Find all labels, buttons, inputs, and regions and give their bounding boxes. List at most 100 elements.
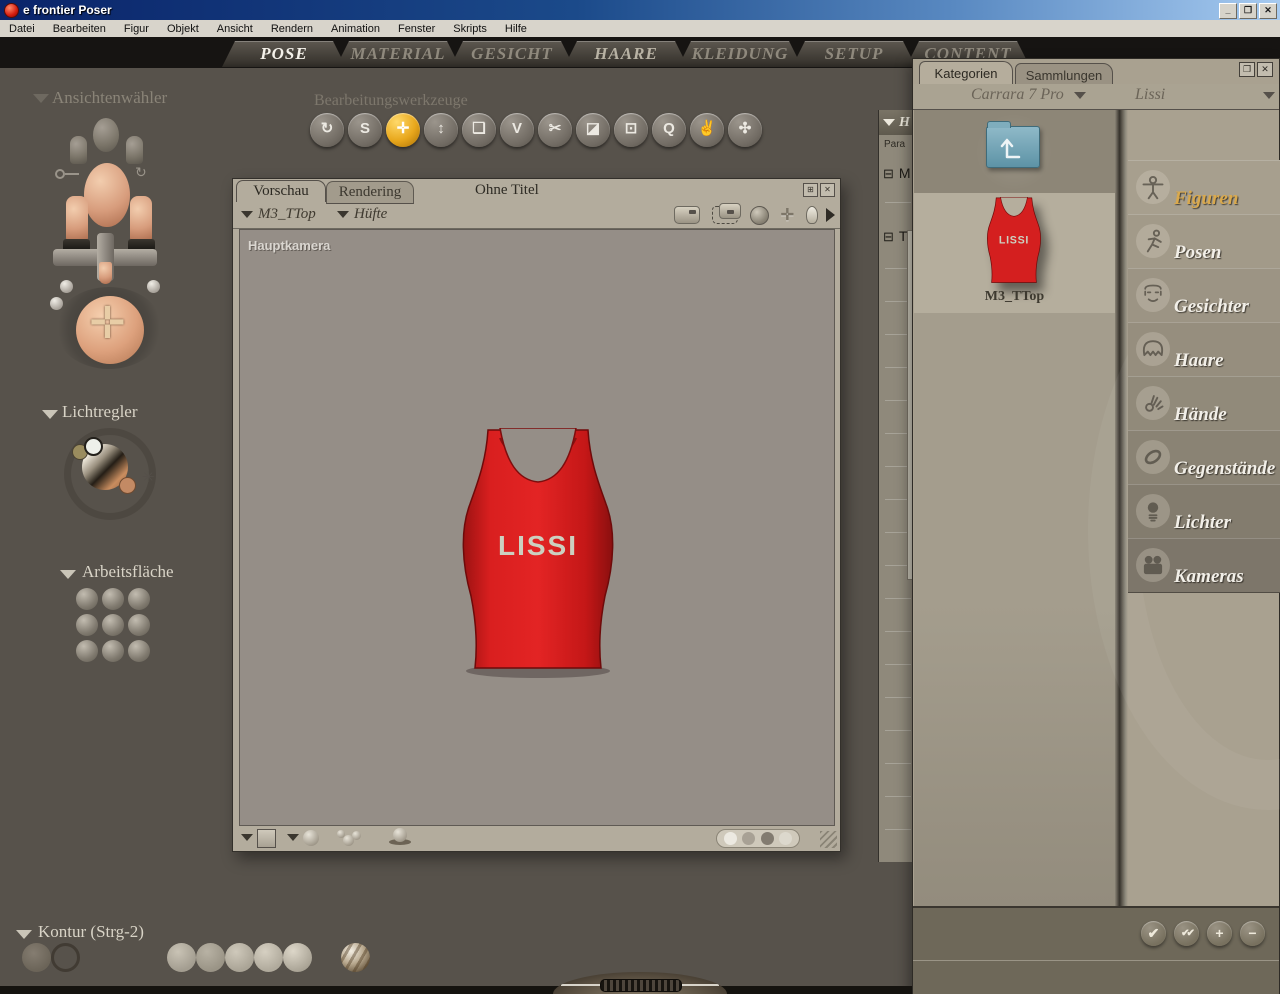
face-camera-head[interactable] — [84, 163, 130, 227]
category-gesichter[interactable]: Gesichter — [1128, 268, 1280, 323]
category-figuren[interactable]: Figuren — [1128, 160, 1280, 215]
rotate-tool-button[interactable]: ↻ — [310, 113, 344, 147]
orbit-head-icon[interactable] — [749, 205, 769, 225]
translate-in-out-tool-button[interactable]: ↕ — [424, 113, 458, 147]
tab-material[interactable]: MATERIAL — [336, 41, 460, 67]
apply-double-check-button[interactable]: ✔✔ — [1174, 921, 1199, 946]
minimize-button[interactable]: _ — [1219, 3, 1237, 19]
shadow-toggle-sphere-icon[interactable] — [393, 828, 407, 842]
display-style-cartoon[interactable] — [225, 943, 254, 972]
category-haende[interactable]: Hände — [1128, 376, 1280, 431]
menu-bearbeiten[interactable]: Bearbeiten — [44, 23, 115, 35]
light-bulb-icon[interactable] — [806, 206, 818, 224]
preview-maximize-icon[interactable]: ⊞ — [803, 183, 818, 197]
expand-arrow-icon[interactable] — [826, 208, 835, 222]
hand-camera-left[interactable] — [66, 196, 88, 242]
display-style-wireframe[interactable] — [80, 943, 109, 972]
menu-animation[interactable]: Animation — [322, 23, 389, 35]
category-gegenstaende[interactable]: Gegenstände — [1128, 430, 1280, 485]
morphing-tool-button[interactable]: ✌ — [690, 113, 724, 147]
category-lichter[interactable]: Lichter — [1128, 484, 1280, 539]
library-close-icon[interactable]: ✕ — [1257, 62, 1273, 77]
restore-button[interactable]: ❐ — [1239, 3, 1257, 19]
menu-rendern[interactable]: Rendern — [262, 23, 322, 35]
tab-pose[interactable]: POSE — [222, 41, 346, 67]
parameters-tab-label[interactable]: Para — [884, 139, 905, 150]
remove-button[interactable]: − — [1240, 921, 1265, 946]
chain-break-tool-button[interactable]: ✂ — [538, 113, 572, 147]
multi-style-sphere-top-icon[interactable] — [352, 831, 361, 840]
tracking-dot-4[interactable] — [779, 832, 793, 845]
view-selector-collapse[interactable] — [33, 90, 49, 108]
camera-icon[interactable] — [673, 206, 700, 224]
light-knob-white[interactable] — [84, 437, 103, 456]
category-posen[interactable]: Posen — [1128, 214, 1280, 269]
preview-close-icon[interactable]: ✕ — [820, 183, 835, 197]
actor-menu[interactable]: Hüfte — [337, 206, 387, 223]
apply-check-button[interactable]: ✔ — [1141, 921, 1166, 946]
tracking-dot-3[interactable] — [760, 832, 774, 845]
display-style-cartoon-lined[interactable] — [254, 943, 283, 972]
tracking-dot-2[interactable] — [742, 832, 756, 845]
tab-setup[interactable]: SETUP — [792, 41, 916, 67]
display-style-chevron-icon[interactable] — [287, 834, 299, 841]
color-tool-button[interactable]: ◪ — [576, 113, 610, 147]
library-scrollbar[interactable] — [1115, 110, 1128, 906]
tab-kleidung[interactable]: KLEIDUNG — [678, 41, 802, 67]
taper-tool-button[interactable]: V — [500, 113, 534, 147]
tab-haare[interactable]: HAARE — [564, 41, 688, 67]
animation-slider-grip[interactable] — [600, 979, 682, 992]
trackball[interactable]: ✛ — [76, 296, 144, 364]
grouping-tool-button[interactable]: ⊡ — [614, 113, 648, 147]
camera-head-small[interactable] — [93, 118, 119, 152]
rotate-view-icon[interactable]: ↻ — [135, 164, 147, 181]
menu-skripts[interactable]: Skripts — [444, 23, 496, 35]
tank-top-garment[interactable]: LISSI — [448, 428, 628, 680]
folder-up-item[interactable] — [914, 110, 1115, 193]
display-style-lit-wireframe[interactable] — [138, 943, 167, 972]
animation-drawer-handle[interactable] — [553, 972, 727, 994]
display-style-texture-shaded[interactable] — [341, 943, 370, 972]
display-style-outline[interactable] — [51, 943, 80, 972]
direct-manipulation-tool-button[interactable]: ✣ — [728, 113, 762, 147]
display-style-silhouette[interactable] — [22, 943, 51, 972]
parameters-header[interactable]: H — [879, 110, 914, 135]
workspace-dots[interactable] — [76, 588, 154, 666]
background-swatch[interactable] — [257, 829, 276, 848]
contour-collapse[interactable] — [16, 926, 32, 944]
scale-tool-button[interactable]: ❏ — [462, 113, 496, 147]
camera-hand-left-small[interactable] — [70, 136, 87, 164]
preview-canvas[interactable]: Hauptkamera LISSI — [239, 229, 835, 826]
resize-grip[interactable] — [820, 831, 837, 848]
runtime-menu[interactable]: Carrara 7 Pro — [971, 86, 1086, 104]
display-style-flat-lined[interactable] — [196, 943, 225, 972]
light-controls-collapse[interactable] — [42, 406, 58, 424]
menu-ansicht[interactable]: Ansicht — [208, 23, 262, 35]
folder-menu[interactable]: Lissi — [1135, 86, 1275, 104]
parameter-group-t[interactable]: ⊟ T — [883, 228, 907, 244]
display-style-flat-shaded[interactable] — [167, 943, 196, 972]
menu-hilfe[interactable]: Hilfe — [496, 23, 536, 35]
camera-dolly-icon[interactable] — [711, 203, 741, 224]
parameter-group-m[interactable]: ⊟ M — [883, 165, 911, 181]
translate-tool-button[interactable]: ✛ — [386, 113, 420, 147]
view-magnifier-tool-button[interactable]: Q — [652, 113, 686, 147]
library-item-m3ttop[interactable]: LISSI M3_TTop — [914, 193, 1115, 313]
category-kameras[interactable]: Kameras — [1128, 538, 1280, 593]
tab-vorschau[interactable]: Vorschau — [236, 180, 326, 202]
camera-dot-left[interactable] — [60, 280, 73, 293]
background-menu-chevron-icon[interactable] — [241, 834, 253, 841]
document-style-sphere-icon[interactable] — [303, 830, 319, 846]
tab-gesicht[interactable]: GESICHT — [450, 41, 574, 67]
library-panel-icon[interactable]: ❐ — [1239, 62, 1255, 77]
hand-camera-right[interactable] — [130, 196, 152, 242]
collapse-box-icon[interactable]: ⊟ — [883, 230, 894, 243]
move-cross-icon[interactable]: ✛ — [781, 205, 794, 225]
display-style-smooth-shaded[interactable] — [283, 943, 312, 972]
tracking-dot-1[interactable] — [723, 832, 737, 845]
camera-hand-right-small[interactable] — [126, 136, 143, 164]
figure-menu[interactable]: M3_TTop — [241, 206, 316, 223]
camera-dot-right[interactable] — [147, 280, 160, 293]
workspace-collapse[interactable] — [60, 566, 76, 584]
key-camera-icon[interactable] — [55, 168, 81, 180]
